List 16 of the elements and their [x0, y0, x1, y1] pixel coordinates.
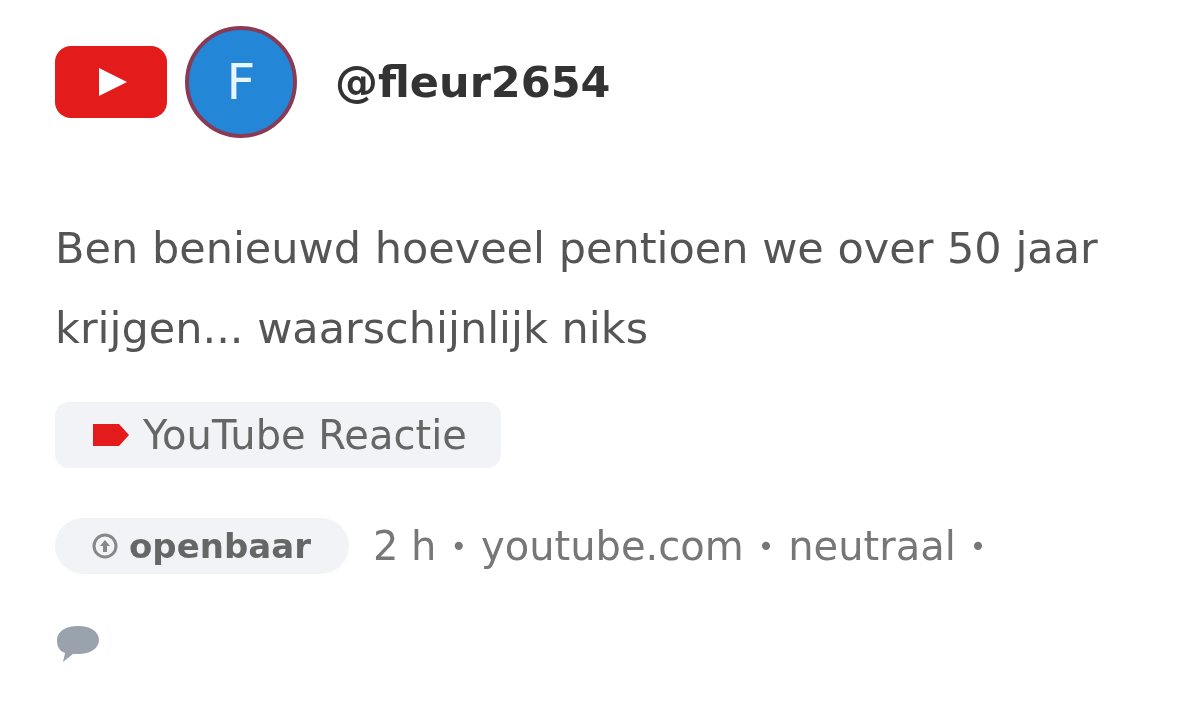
visibility-label: openbaar: [129, 526, 311, 566]
meta-text: 2 h: [372, 523, 437, 569]
tag-label: YouTube Reactie: [143, 412, 467, 458]
meta-text: youtube.com: [481, 523, 744, 569]
tag-icon: [91, 422, 131, 448]
username[interactable]: @fleur2654: [335, 57, 611, 107]
separator-dot: •: [969, 529, 987, 563]
separator-dot: •: [450, 529, 467, 563]
meta-text: neutraal: [788, 523, 956, 569]
post-tag[interactable]: YouTube Reactie: [55, 402, 501, 468]
comment-icon[interactable]: [55, 624, 101, 664]
separator-dot: •: [757, 529, 775, 563]
video-logo-icon: [55, 46, 167, 118]
post-text: Ben benieuwd hoeveel pentioen we over 50 jaar krijgen... waarschijnlijk niks: [55, 222, 1099, 355]
visibility-badge[interactable]: openbaar: [55, 518, 349, 574]
user-avatar: F: [185, 26, 297, 138]
